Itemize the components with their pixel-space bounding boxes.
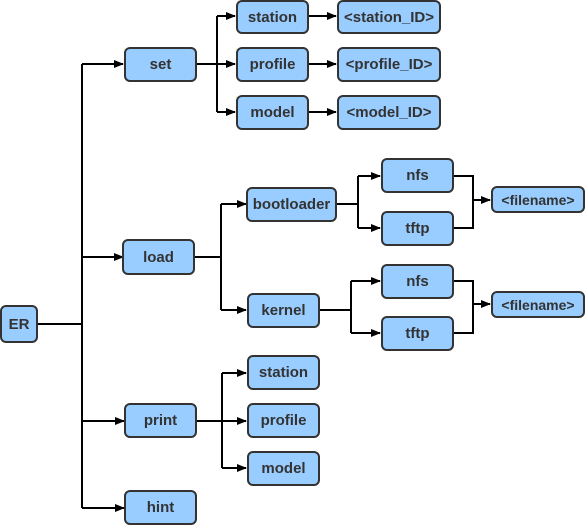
node-model-id: <model_ID> bbox=[337, 95, 441, 130]
edge-load-trunk bbox=[195, 204, 222, 310]
edge-set-trunk bbox=[197, 16, 218, 112]
node-kernel-tftp: tftp bbox=[381, 316, 454, 351]
node-load: load bbox=[122, 239, 195, 275]
node-bootloader-filename: <filename> bbox=[491, 186, 585, 213]
edge-kernel-merge bbox=[454, 280, 474, 334]
node-bootloader: bootloader bbox=[246, 187, 337, 222]
node-print-profile: profile bbox=[247, 403, 320, 438]
node-print: print bbox=[124, 403, 197, 438]
node-kernel: kernel bbox=[247, 293, 320, 328]
node-bootloader-nfs: nfs bbox=[381, 158, 454, 193]
node-kernel-filename: <filename> bbox=[491, 291, 585, 318]
node-bootloader-tftp: tftp bbox=[381, 211, 454, 246]
edge-er-trunk bbox=[38, 64, 83, 508]
edge-boot-merge bbox=[454, 175, 490, 229]
edge-kernel-trunk bbox=[320, 281, 352, 333]
node-er: ER bbox=[0, 305, 38, 343]
node-station-id: <station_ID> bbox=[337, 0, 441, 34]
node-hint: hint bbox=[124, 490, 197, 525]
node-set-profile: profile bbox=[236, 47, 309, 82]
node-set-station: station bbox=[236, 0, 309, 34]
node-set-model: model bbox=[236, 95, 309, 130]
node-kernel-nfs: nfs bbox=[381, 264, 454, 299]
edge-bootloader-trunk bbox=[336, 176, 359, 228]
node-profile-id: <profile_ID> bbox=[337, 47, 441, 82]
edge-print-trunk bbox=[196, 373, 223, 468]
node-set: set bbox=[124, 47, 197, 82]
node-print-model: model bbox=[247, 451, 320, 486]
node-print-station: station bbox=[247, 355, 320, 390]
